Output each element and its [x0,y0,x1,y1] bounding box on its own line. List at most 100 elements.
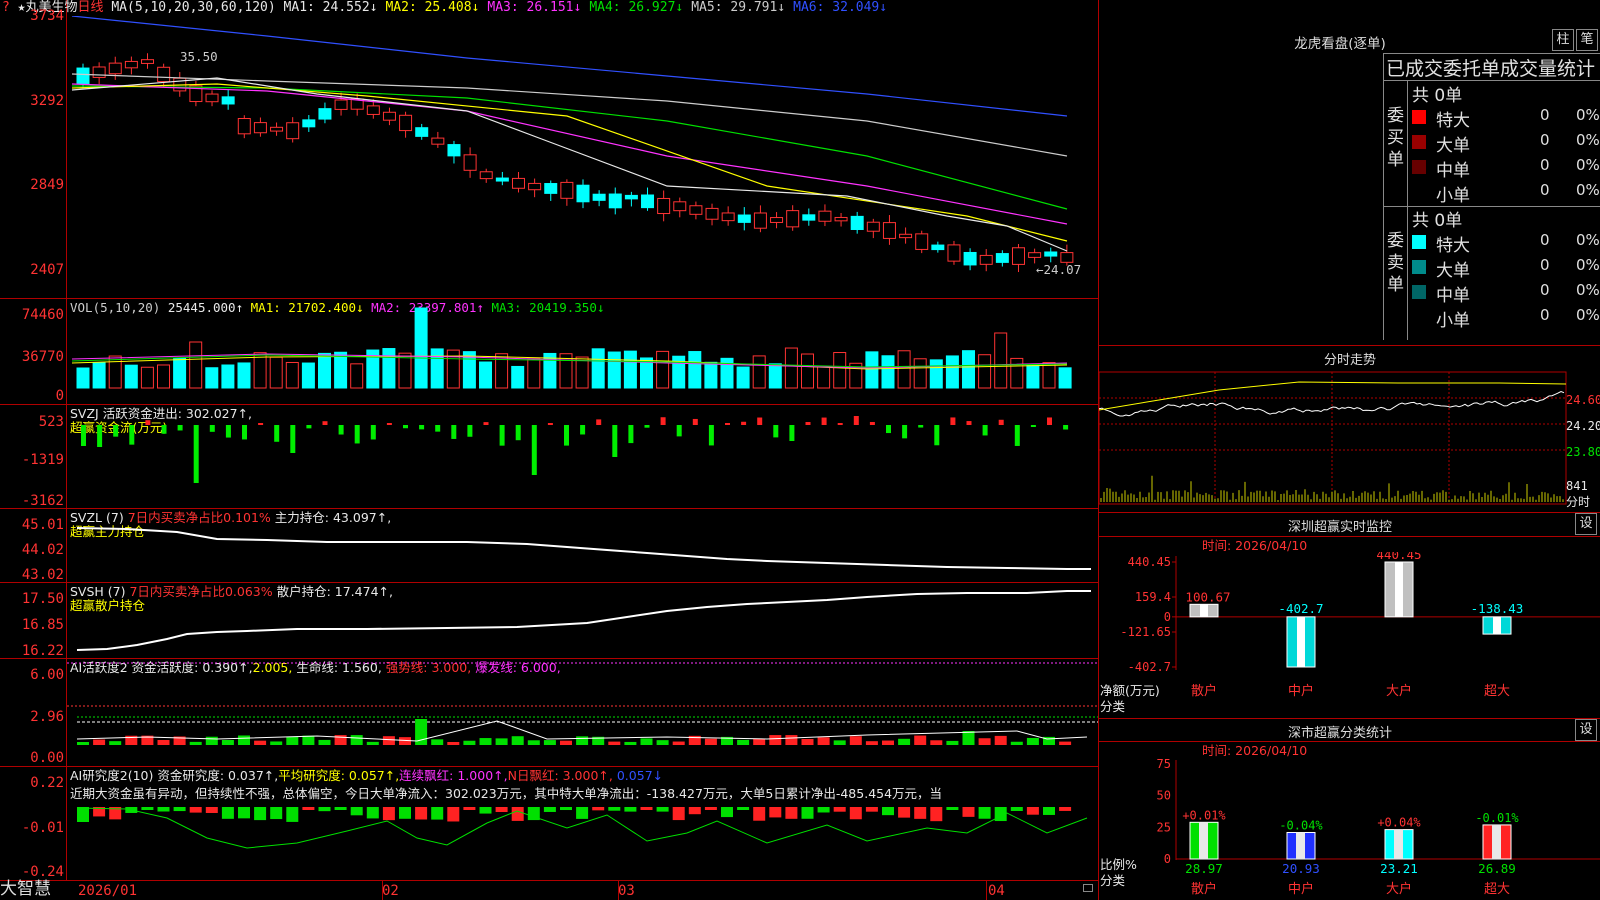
y-tick: 2849 [30,177,64,193]
candle-body [915,233,929,250]
volume-bar [205,367,219,389]
lock-icon[interactable] [1083,884,1093,892]
classify-title: 深市超赢分类统计 [1287,726,1392,741]
main-holding-chart[interactable] [67,509,1098,582]
ai-activity-bar [785,735,798,745]
volume-bar [1042,362,1056,389]
fund-flow-bar [483,422,489,425]
ai-activity-bar [254,740,267,745]
candle-body [270,126,284,132]
color-swatch [1412,185,1426,199]
order-row-name: 大单 [1436,136,1470,156]
ai-research-bar [302,807,315,810]
ai-research-bar [254,807,267,821]
fund-flow-bar [177,425,183,431]
classify-settings-button[interactable]: 设 [1575,719,1597,741]
fund-flow-bar [322,421,328,425]
y-tick: 43.02 [21,567,64,583]
period-label[interactable]: 日线 [78,0,104,15]
volume-bar [978,354,992,389]
ai-research-bar [865,807,878,812]
volume-chart[interactable] [67,299,1098,404]
fund-flow-bar [386,423,392,425]
ai-research-bar [495,807,508,813]
ai-activity-bar [865,741,878,745]
fund-flow-bar [515,425,521,441]
category-label: 大户 [1386,881,1412,897]
monitor-chart[interactable]: 440.45 159.4 0-121.65 -402.7 100.67 散户 -402.7 中… [1099,552,1600,717]
candle-body [399,114,413,132]
volume-bar [92,362,106,389]
ai-research-bar [785,807,798,819]
fund-flow-bar [435,425,441,432]
category-label: 超大 [1484,684,1510,699]
ai-activity-bar [608,741,621,745]
date-label: 02 [382,883,399,899]
candlestick-chart[interactable] [67,16,1098,298]
order-row-percent: 0% [1576,131,1600,149]
ma-label: MA4: 26.927↓ [589,0,684,15]
ai-activity-bar [994,735,1007,745]
volume-bar [801,353,814,389]
y-tick: 50 [1157,789,1171,803]
fund-flow-bar [773,425,779,438]
ai-research-bar [431,807,444,820]
bar-toggle-button[interactable]: 柱 [1552,29,1574,51]
fund-flow-bar [708,425,714,446]
ai-activity-bar [704,738,717,745]
candle-body [253,122,267,134]
y-tick: 23.80 [1566,445,1600,459]
ai-activity-bar [527,740,540,745]
y-tick: 3292 [30,93,64,109]
sell-label: 委卖单 [1387,231,1404,295]
classify-bar-highlight [1199,822,1208,859]
ai-research-bar [882,807,894,816]
y-tick: 24.60 [1566,393,1600,407]
candle-body [1044,251,1058,257]
ai-activity-bar [1026,737,1039,745]
candle-body [689,205,703,215]
ai-research-bar [1026,807,1039,815]
fund-flow-bar [1063,425,1069,430]
ai-activity-chart[interactable] [67,659,1098,766]
ai-activity-bar [1010,741,1023,745]
ai-activity-bar [221,740,234,745]
classify-xlabel: 分类 [1100,873,1126,888]
fund-flow-chart[interactable] [67,405,1098,508]
category-label: 中户 [1288,881,1314,897]
ai-activity-bar [560,740,572,745]
candle-body [576,184,590,203]
monitor-bar-highlight [1395,562,1403,617]
ai-research-chart[interactable] [67,803,1098,880]
candle-body [866,221,880,232]
candle-body [834,216,848,222]
candle-body [560,181,574,199]
classify-chart[interactable]: 75 50 25 0 +0.01% 28.97 散户 -0.04% 20.93 中户 +0.04% 2… [1099,756,1600,900]
candle-body [318,108,332,120]
color-swatch [1412,110,1426,124]
fund-flow-bar [741,421,747,425]
ai-research-bar [592,807,605,811]
y-tick: 0.00 [30,750,64,766]
buy-total: 共 0单 [1412,86,1463,106]
fund-flow-bar [1014,425,1020,446]
ai-activity-bar [640,738,653,745]
tick-toggle-button[interactable]: 笔 [1576,29,1598,51]
candle-body [205,93,219,103]
candle-body [673,201,687,212]
fund-flow-bar [547,423,553,425]
fund-flow-bar [354,425,360,444]
retail-holding-chart[interactable] [67,583,1098,658]
monitor-settings-button[interactable]: 设 [1575,513,1597,535]
ai-activity-bar [270,741,283,745]
order-row-name: 特大 [1436,111,1470,131]
fund-flow-bar [660,417,666,425]
ai-research-bar [221,807,234,819]
classify-ylabel: 比例% [1100,857,1137,872]
intraday-chart[interactable] [1099,366,1600,510]
y-tick: 0 [1164,610,1171,624]
candle-body [1011,247,1025,265]
fund-flow-bar [757,417,763,425]
fund-flow-bar [934,425,940,446]
volume-bar [994,332,1008,389]
